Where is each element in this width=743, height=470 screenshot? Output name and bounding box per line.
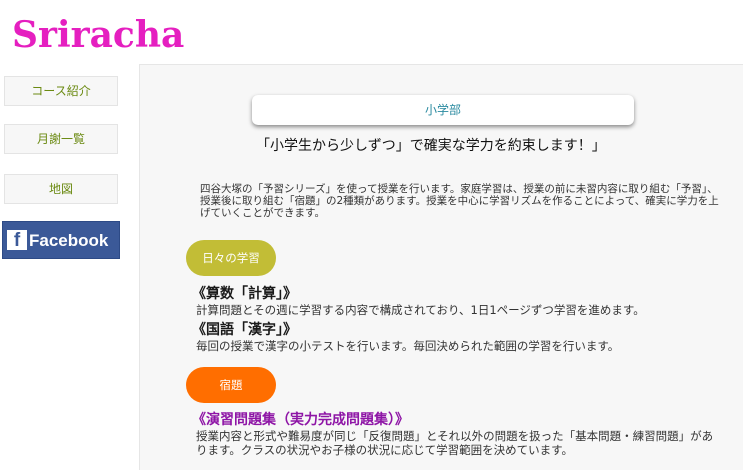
section-title-card: 小学部 [252, 95, 634, 125]
facebook-label: Facebook [29, 231, 109, 250]
site-logo[interactable]: Sriracha [12, 14, 184, 56]
daily-study-badge: 日々の学習 [186, 240, 276, 276]
facebook-button[interactable]: f Facebook [2, 221, 120, 259]
facebook-icon: f [7, 230, 27, 251]
japanese-heading: 《国語「漢字」》 [192, 322, 297, 338]
math-heading: 《算数「計算」》 [192, 286, 297, 302]
page-headline: 「小学生から少しずつ」で確実な学力を約束します！」 [256, 138, 606, 154]
workbook-heading: 《演習問題集（実力完成問題集）》 [192, 412, 409, 428]
math-description: 計算問題とその週に学習する内容で構成されており、1日1ページずつ学習を進めます。 [196, 303, 645, 317]
nav-tuition-list-button[interactable]: 月謝一覧 [4, 124, 118, 154]
workbook-description: 授業内容と形式や難易度が同じ「反復問題」とそれ以外の問題を扱った「基本問題・練習… [196, 429, 714, 457]
nav-course-intro-button[interactable]: コース紹介 [4, 76, 118, 106]
sidebar: コース紹介 月謝一覧 地図 f Facebook [0, 64, 139, 470]
japanese-description: 毎回の授業で漢字の小テストを行います。毎回決められた範囲の学習を行います。 [196, 339, 620, 353]
intro-paragraph: 四谷大塚の「予習シリーズ」を使って授業を行います。家庭学習は、授業の前に未習内容… [200, 183, 719, 219]
nav-map-button[interactable]: 地図 [4, 174, 118, 204]
main-content: 小学部 「小学生から少しずつ」で確実な学力を約束します！」 四谷大塚の「予習シリ… [139, 64, 743, 470]
homework-badge: 宿題 [186, 367, 276, 403]
